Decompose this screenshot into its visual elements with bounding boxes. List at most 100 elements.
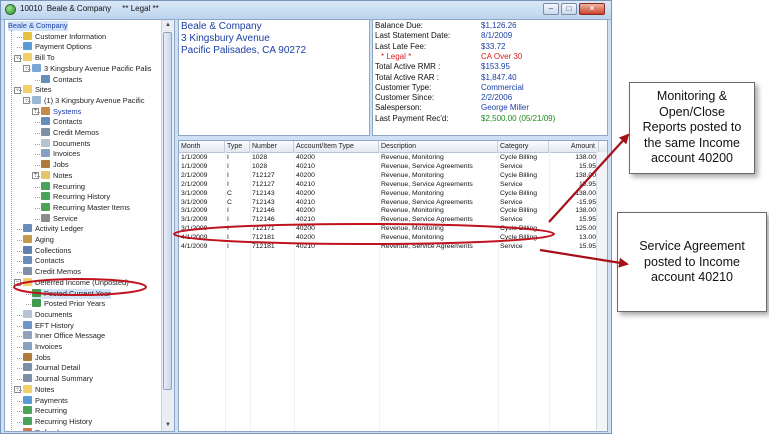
- credit-memo-icon: [41, 128, 50, 136]
- tree-connector: [26, 304, 31, 306]
- notes-icon: [41, 170, 50, 179]
- tree-item[interactable]: Posted Current Year: [32, 288, 111, 299]
- table-row[interactable]: 3/1/2009 I 712146 40200 Revenue, Monitoring C…: [179, 206, 599, 215]
- table-row[interactable]: 3/1/2009 I 712146 40210 Revenue, Service Agr…: [179, 215, 599, 224]
- maximize-button[interactable]: □: [561, 3, 577, 15]
- table-row[interactable]: 3/1/2009 C 712143 40210 Revenue, Service Agr…: [179, 198, 599, 207]
- scroll-down-icon[interactable]: ▼: [162, 420, 174, 431]
- tree-connector: [17, 421, 22, 423]
- table-cell: I: [227, 234, 229, 242]
- callout-line: posted to Income: [644, 254, 740, 269]
- tree-item[interactable]: Documents: [41, 138, 90, 149]
- tree-item[interactable]: Service: [41, 213, 78, 224]
- tree-item-label: Recurring: [35, 406, 68, 416]
- column-divider: [225, 152, 226, 431]
- column-header[interactable]: Account/Item Type: [294, 141, 379, 152]
- close-button[interactable]: ✕: [579, 3, 605, 15]
- balance-label: Last Payment Rec'd:: [375, 113, 449, 123]
- balance-label: Customer Type:: [375, 82, 432, 92]
- table-row[interactable]: 4/1/2009 I 712181 40200 Revenue, Monitoring C…: [179, 233, 599, 242]
- minimize-button[interactable]: –: [543, 3, 559, 15]
- column-header[interactable]: Number: [250, 141, 294, 152]
- tree-item[interactable]: Collections: [23, 245, 71, 256]
- tree-item[interactable]: Credit Memos: [41, 128, 99, 138]
- tree-item[interactable]: 3 Kingsbury Avenue Pacific Palis: [32, 63, 152, 74]
- tree-item[interactable]: Contacts: [41, 74, 82, 85]
- tree-item[interactable]: Deferred Income (Unposted): [23, 277, 129, 288]
- tree-item[interactable]: Customer Information: [23, 31, 106, 42]
- tree-item[interactable]: Payments: [23, 395, 68, 406]
- table-cell: Service: [500, 243, 523, 250]
- tree-item[interactable]: Recurring: [41, 181, 85, 192]
- table-cell: I: [227, 154, 229, 161]
- table-row[interactable]: 2/1/2009 I 712127 40200 Revenue, Monitoring C…: [179, 171, 599, 180]
- tree-connector: [26, 68, 31, 70]
- deferred-income-grid: Month Type Number Account/Item Type Descript…: [178, 140, 608, 432]
- payments-icon: [23, 395, 32, 404]
- customer-name: Beale & Company: [181, 21, 262, 32]
- column-header[interactable]: Category: [498, 141, 549, 152]
- tree-item[interactable]: Invoices: [23, 342, 62, 352]
- tree-item[interactable]: Jobs: [41, 160, 69, 170]
- tree-item[interactable]: Credit Memos: [23, 267, 81, 277]
- eft-icon: [23, 320, 32, 329]
- tree-item[interactable]: Notes: [23, 384, 54, 395]
- tree-scrollbar[interactable]: ▲ ▼: [161, 20, 174, 431]
- table-row[interactable]: 3/1/2009 I 712171 40200 Revenue, Monitoring C…: [179, 224, 599, 233]
- table-row[interactable]: 3/1/2009 C 712143 40200 Revenue, Monitoring C…: [179, 189, 599, 198]
- column-divider: [294, 152, 295, 431]
- refunds-icon: [23, 427, 32, 431]
- table-row[interactable]: 1/1/2009 I 1028 40210 Revenue, Service Agree…: [179, 162, 599, 171]
- tree-item[interactable]: Systems: [41, 106, 82, 117]
- table-cell: Revenue, Monitoring: [381, 171, 444, 179]
- column-divider: [379, 152, 380, 431]
- tree-item-label: Contacts: [53, 117, 83, 127]
- tree-item-label: Systems: [53, 106, 82, 116]
- tree-item[interactable]: Notes: [41, 170, 72, 181]
- tree-item[interactable]: Beale & Company: [8, 21, 68, 31]
- tree-item[interactable]: Invoices: [41, 149, 80, 159]
- tree-item[interactable]: Posted Prior Years: [32, 299, 105, 309]
- column-header[interactable]: Type: [225, 141, 250, 152]
- table-cell: Cycle Billing: [500, 234, 538, 242]
- tree-item[interactable]: Recurring Master Items: [41, 202, 130, 213]
- tree-item[interactable]: Bill To: [23, 53, 55, 63]
- tree-item[interactable]: Contacts: [23, 256, 64, 266]
- callout-line: Open/Close: [658, 104, 725, 119]
- tree-item[interactable]: EFT History: [23, 320, 74, 331]
- tree-item[interactable]: Documents: [23, 309, 72, 320]
- tree-item[interactable]: (1) 3 Kingsbury Avenue Pacific: [32, 95, 145, 106]
- tree-item[interactable]: Contacts: [41, 117, 82, 127]
- tree-item[interactable]: Recurring History: [41, 192, 110, 202]
- tree-item[interactable]: Activity Ledger: [23, 224, 83, 234]
- tree-item[interactable]: Refunds: [23, 427, 63, 431]
- tree-item[interactable]: Journal Detail: [23, 363, 80, 373]
- tree-item[interactable]: Jobs: [23, 352, 51, 363]
- tree-item[interactable]: Inner Office Message: [23, 331, 105, 341]
- customer-city: Pacific Palisades, CA 90272: [181, 45, 307, 56]
- tree-scrollbar-thumb[interactable]: [163, 32, 172, 390]
- tree-item[interactable]: Recurring History: [23, 416, 92, 427]
- tree-item[interactable]: Journal Summary: [23, 374, 93, 384]
- callout-line: account 40210: [650, 270, 733, 284]
- table-cell: Service: [500, 198, 523, 206]
- grid-scrollbar[interactable]: [596, 152, 607, 430]
- table-row[interactable]: 4/1/2009 I 712181 40210 Revenue, Service Agr…: [179, 242, 599, 251]
- documents-icon: [23, 309, 32, 318]
- column-header[interactable]: Amount: [549, 141, 599, 152]
- tree-item[interactable]: Recurring: [23, 406, 67, 416]
- table-cell: 40210: [296, 216, 315, 224]
- scroll-up-icon[interactable]: ▲: [162, 20, 174, 31]
- balance-label: Last Statement Date:: [375, 31, 451, 41]
- table-cell: 712143: [252, 189, 275, 197]
- table-row[interactable]: 1/1/2009 I 1028 40200 Revenue, Monitoring Cyc…: [179, 153, 599, 162]
- table-cell: Revenue, Service Agreements: [381, 243, 473, 250]
- tree-item[interactable]: Payment Options: [23, 42, 92, 52]
- table-cell: 712127: [252, 180, 275, 188]
- table-row[interactable]: 2/1/2009 I 712127 40210 Revenue, Service Agr…: [179, 180, 599, 189]
- tree-item[interactable]: Sites: [23, 85, 51, 95]
- collections-icon: [23, 245, 32, 254]
- tree-item[interactable]: Aging: [23, 235, 54, 245]
- column-header[interactable]: Description: [379, 141, 498, 152]
- column-header[interactable]: Month: [179, 141, 225, 152]
